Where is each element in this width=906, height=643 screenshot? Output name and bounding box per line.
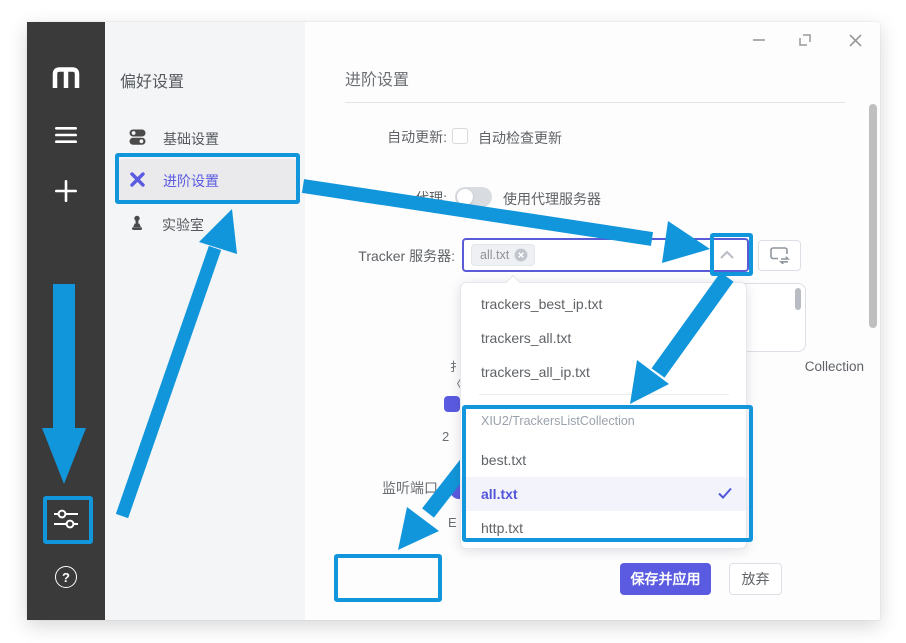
motrix-logo-icon — [27, 62, 105, 92]
nav-item-label: 基础设置 — [163, 129, 219, 149]
listen-port-label: 监听端口 — [382, 478, 438, 498]
annotation-box-nav-item — [115, 153, 300, 204]
close-button[interactable] — [845, 30, 865, 50]
dropdown-item[interactable]: trackers_all.txt — [461, 321, 746, 355]
hidden-text-fragment: E — [448, 515, 457, 530]
nav-item-label: 实验室 — [162, 215, 204, 235]
annotation-box-sliders — [43, 496, 93, 544]
toggle-knob — [457, 189, 473, 205]
nav-panel-title: 偏好设置 — [120, 68, 184, 92]
minimize-button[interactable] — [749, 30, 769, 50]
sync-icon — [770, 247, 790, 264]
save-button[interactable]: 保存并应用 — [620, 563, 711, 595]
proxy-toggle-label: 使用代理服务器 — [503, 189, 601, 209]
hidden-text-fragment: 2 — [442, 429, 449, 444]
stamp-icon — [129, 215, 145, 235]
sync-trackers-button[interactable] — [758, 240, 801, 271]
auto-update-checkbox[interactable] — [452, 128, 468, 144]
proxy-toggle[interactable] — [455, 187, 492, 207]
annotation-box-chevron — [710, 233, 753, 276]
help-icon[interactable]: ? — [27, 564, 105, 590]
tag-close-icon[interactable] — [514, 248, 528, 262]
proxy-label: 代理: — [327, 188, 447, 208]
tag-label: all.txt — [480, 248, 509, 262]
help-question-glyph: ? — [55, 566, 77, 588]
tracker-label: Tracker 服务器: — [335, 246, 455, 266]
preferences-nav-panel: 偏好设置 基础设置 进阶设置 实验室 — [105, 22, 305, 620]
window-scrollbar-thumb[interactable] — [869, 104, 877, 328]
toggles-icon — [129, 129, 146, 148]
tracker-tag[interactable]: all.txt — [471, 244, 535, 266]
dropdown-divider — [479, 394, 729, 395]
nav-item-lab[interactable]: 实验室 — [119, 203, 297, 246]
maximize-button[interactable] — [795, 30, 815, 50]
annotation-box-save — [334, 554, 442, 602]
auto-update-checkbox-label[interactable]: 自动检查更新 — [478, 128, 562, 148]
annotation-box-dropdown-group — [462, 405, 753, 542]
task-list-icon[interactable] — [27, 122, 105, 148]
title-divider — [345, 102, 845, 103]
checked-checkbox-fragment — [444, 396, 460, 412]
dropdown-item[interactable]: trackers_best_ip.txt — [461, 287, 746, 321]
add-task-icon[interactable] — [27, 178, 105, 204]
auto-update-label: 自动更新: — [327, 127, 447, 147]
dropdown-item[interactable]: trackers_all_ip.txt — [461, 355, 746, 389]
textarea-scrollbar[interactable] — [795, 288, 801, 310]
discard-button[interactable]: 放弃 — [729, 563, 782, 595]
tracker-select-input[interactable]: all.txt — [462, 238, 749, 272]
page-title: 进阶设置 — [345, 66, 409, 90]
